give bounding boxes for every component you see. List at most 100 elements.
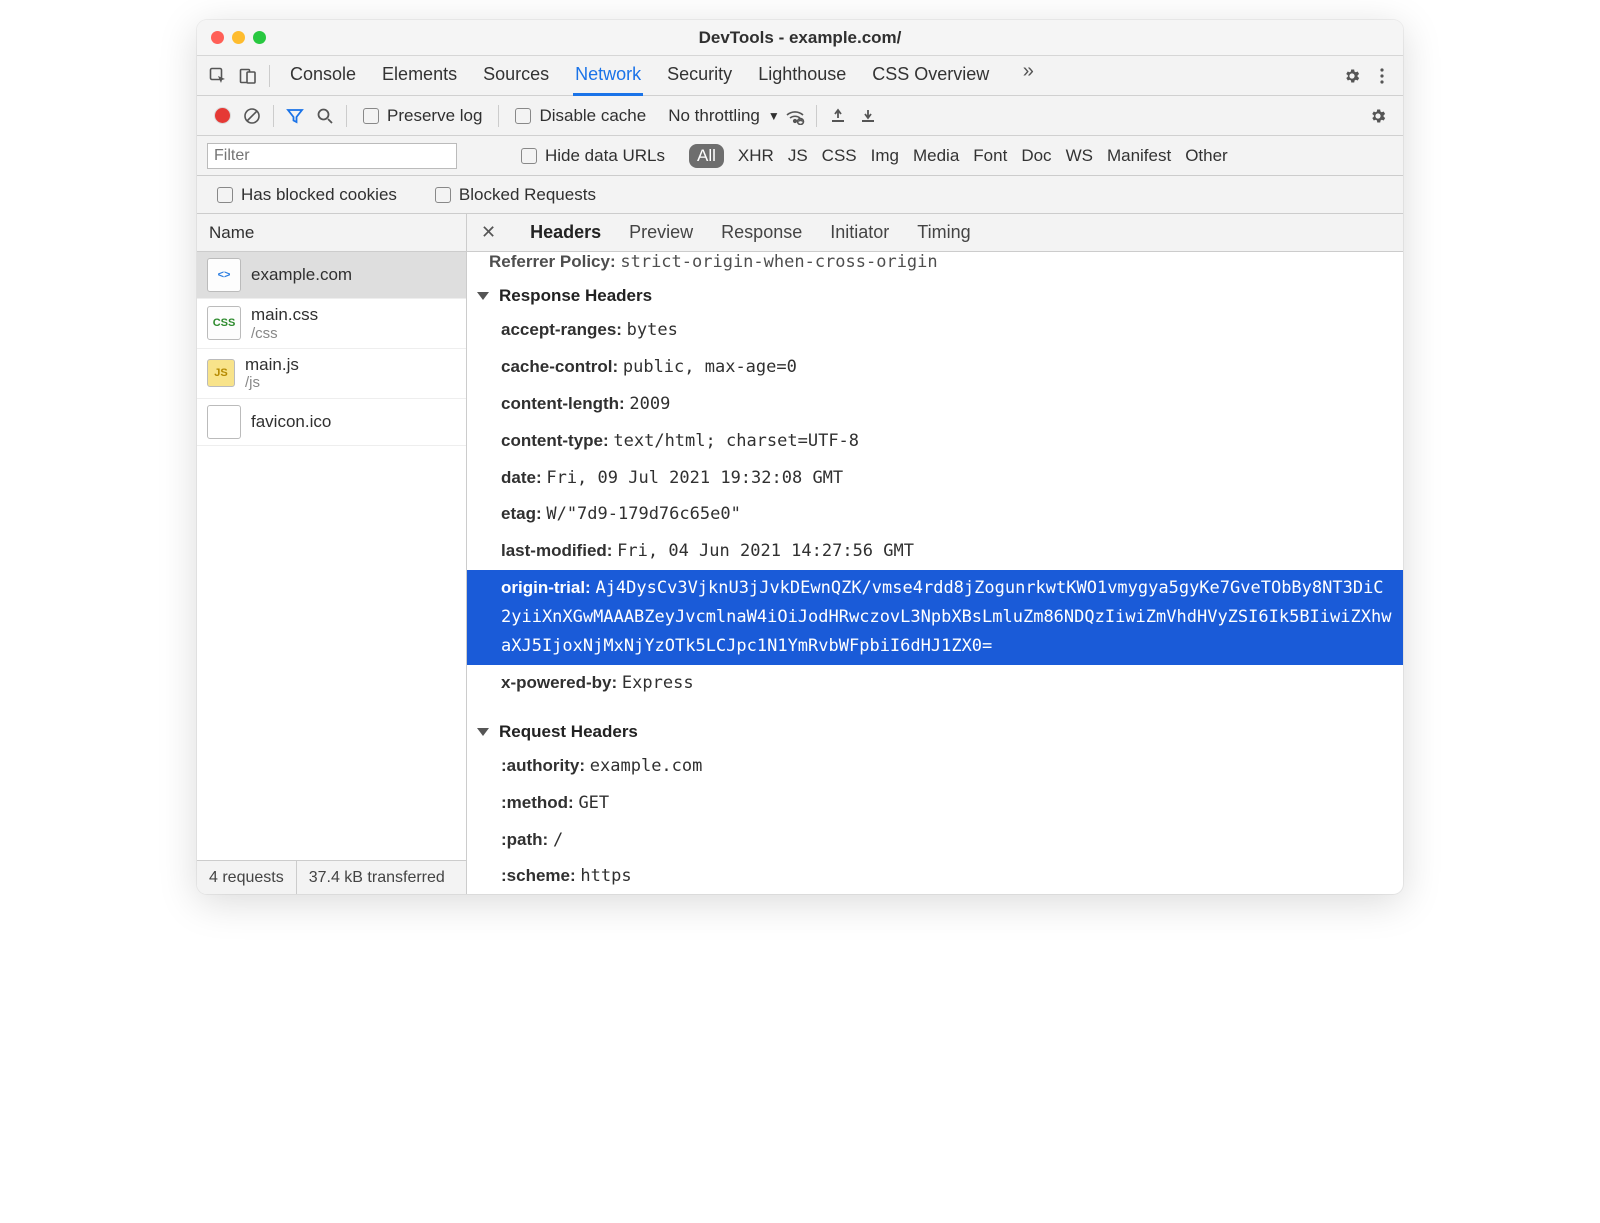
header-row[interactable]: etag: W/"7d9-179d76c65e0" xyxy=(467,496,1403,533)
request-row[interactable]: CSS main.css /css xyxy=(197,299,466,349)
chip-media[interactable]: Media xyxy=(913,146,959,166)
header-row[interactable]: cache-control: public, max-age=0 xyxy=(467,349,1403,386)
header-value: Aj4DysCv3VjknU3jJvkDEwnQZK/vmse4rdd8jZog… xyxy=(501,578,1391,656)
inspect-element-icon[interactable] xyxy=(203,61,233,91)
close-window-icon[interactable] xyxy=(211,31,224,44)
header-key: origin-trial: xyxy=(501,578,595,597)
disable-cache-checkbox[interactable]: Disable cache xyxy=(515,106,646,126)
close-detail-icon[interactable]: ✕ xyxy=(481,222,496,243)
header-value: strict-origin-when-cross-origin xyxy=(620,252,937,272)
request-row[interactable]: JS main.js /js xyxy=(197,349,466,399)
header-row[interactable]: last-modified: Fri, 04 Jun 2021 14:27:56… xyxy=(467,533,1403,570)
header-row[interactable]: :scheme: https xyxy=(467,858,1403,894)
device-toggle-icon[interactable] xyxy=(233,61,263,91)
minimize-window-icon[interactable] xyxy=(232,31,245,44)
search-icon[interactable] xyxy=(310,101,340,131)
header-value: / xyxy=(553,830,563,850)
tab-console[interactable]: Console xyxy=(288,56,358,95)
status-transferred: 37.4 kB transferred xyxy=(297,861,457,894)
detail-tab-response[interactable]: Response xyxy=(721,222,802,243)
request-row[interactable]: <> example.com xyxy=(197,252,466,299)
request-name: main.css xyxy=(251,305,318,325)
more-tabs-icon[interactable]: » xyxy=(1013,56,1043,86)
panel-tabs: Console Elements Sources Network Securit… xyxy=(288,56,1043,95)
chip-css[interactable]: CSS xyxy=(822,146,857,166)
header-row[interactable]: accept-ranges: bytes xyxy=(467,312,1403,349)
chip-manifest[interactable]: Manifest xyxy=(1107,146,1171,166)
hide-data-urls-label: Hide data URLs xyxy=(545,146,665,166)
header-row[interactable]: :path: / xyxy=(467,822,1403,859)
chip-all[interactable]: All xyxy=(689,144,724,168)
header-row[interactable]: :authority: example.com xyxy=(467,748,1403,785)
header-key: content-length: xyxy=(501,394,629,413)
split-pane: Name <> example.com CSS main.css /css JS xyxy=(197,214,1403,894)
chip-font[interactable]: Font xyxy=(973,146,1007,166)
kebab-menu-icon[interactable] xyxy=(1367,61,1397,91)
header-value: Fri, 09 Jul 2021 19:32:08 GMT xyxy=(546,468,843,488)
header-row[interactable]: x-powered-by: Express xyxy=(467,665,1403,702)
traffic-lights xyxy=(211,31,266,44)
tab-elements[interactable]: Elements xyxy=(380,56,459,95)
type-filter-chips: All XHR JS CSS Img Media Font Doc WS Man… xyxy=(689,144,1228,168)
header-value: public, max-age=0 xyxy=(623,357,797,377)
request-row[interactable]: favicon.ico xyxy=(197,399,466,446)
tab-css-overview[interactable]: CSS Overview xyxy=(870,56,991,95)
header-key: :authority: xyxy=(501,756,590,775)
chip-other[interactable]: Other xyxy=(1185,146,1228,166)
header-key: etag: xyxy=(501,504,546,523)
request-headers-section[interactable]: Request Headers xyxy=(467,712,1403,748)
tab-sources[interactable]: Sources xyxy=(481,56,551,95)
preserve-log-checkbox[interactable]: Preserve log xyxy=(363,106,482,126)
network-conditions-icon[interactable] xyxy=(780,101,810,131)
request-name: main.js xyxy=(245,355,299,375)
detail-tab-headers[interactable]: Headers xyxy=(530,222,601,243)
header-row[interactable]: content-length: 2009 xyxy=(467,386,1403,423)
response-headers-section[interactable]: Response Headers xyxy=(467,276,1403,312)
detail-tab-timing[interactable]: Timing xyxy=(917,222,970,243)
throttling-select[interactable]: No throttling ▼ xyxy=(668,106,780,126)
export-har-icon[interactable] xyxy=(853,101,883,131)
detail-body[interactable]: Referrer Policy: strict-origin-when-cros… xyxy=(467,252,1403,894)
tab-security[interactable]: Security xyxy=(665,56,734,95)
header-value: bytes xyxy=(627,320,678,340)
disable-cache-label: Disable cache xyxy=(539,106,646,126)
file-html-icon: <> xyxy=(207,258,241,292)
header-key: :path: xyxy=(501,830,553,849)
hide-data-urls-checkbox[interactable]: Hide data URLs xyxy=(521,146,665,166)
chip-doc[interactable]: Doc xyxy=(1021,146,1051,166)
header-row[interactable]: origin-trial: Aj4DysCv3VjknU3jJvkDEwnQZK… xyxy=(467,570,1403,665)
chip-img[interactable]: Img xyxy=(871,146,899,166)
filter-input[interactable] xyxy=(207,143,457,169)
network-toolbar: Preserve log Disable cache No throttling… xyxy=(197,96,1403,136)
header-value: example.com xyxy=(590,756,703,776)
chip-xhr[interactable]: XHR xyxy=(738,146,774,166)
column-header-name[interactable]: Name xyxy=(197,214,466,252)
chip-js[interactable]: JS xyxy=(788,146,808,166)
settings-icon[interactable] xyxy=(1337,61,1367,91)
header-row[interactable]: date: Fri, 09 Jul 2021 19:32:08 GMT xyxy=(467,460,1403,497)
header-value: Express xyxy=(622,673,694,693)
record-button[interactable] xyxy=(207,101,237,131)
disclosure-triangle-icon xyxy=(477,292,489,300)
filter-icon[interactable] xyxy=(280,101,310,131)
header-row[interactable]: :method: GET xyxy=(467,785,1403,822)
chip-ws[interactable]: WS xyxy=(1066,146,1093,166)
tab-network[interactable]: Network xyxy=(573,56,643,96)
zoom-window-icon[interactable] xyxy=(253,31,266,44)
header-value: text/html; charset=UTF-8 xyxy=(613,431,859,451)
detail-tab-preview[interactable]: Preview xyxy=(629,222,693,243)
detail-tabs: ✕ Headers Preview Response Initiator Tim… xyxy=(467,214,1403,252)
import-har-icon[interactable] xyxy=(823,101,853,131)
clear-icon[interactable] xyxy=(237,101,267,131)
detail-tab-initiator[interactable]: Initiator xyxy=(830,222,889,243)
status-bar: 4 requests 37.4 kB transferred xyxy=(197,860,466,894)
request-name: example.com xyxy=(251,265,352,285)
settings-icon[interactable] xyxy=(1363,101,1393,131)
blocked-requests-checkbox[interactable]: Blocked Requests xyxy=(435,185,596,205)
header-key: last-modified: xyxy=(501,541,617,560)
chevron-down-icon: ▼ xyxy=(768,109,780,123)
blocked-cookies-checkbox[interactable]: Has blocked cookies xyxy=(217,185,397,205)
tab-lighthouse[interactable]: Lighthouse xyxy=(756,56,848,95)
header-row[interactable]: content-type: text/html; charset=UTF-8 xyxy=(467,423,1403,460)
header-value: Fri, 04 Jun 2021 14:27:56 GMT xyxy=(617,541,914,561)
